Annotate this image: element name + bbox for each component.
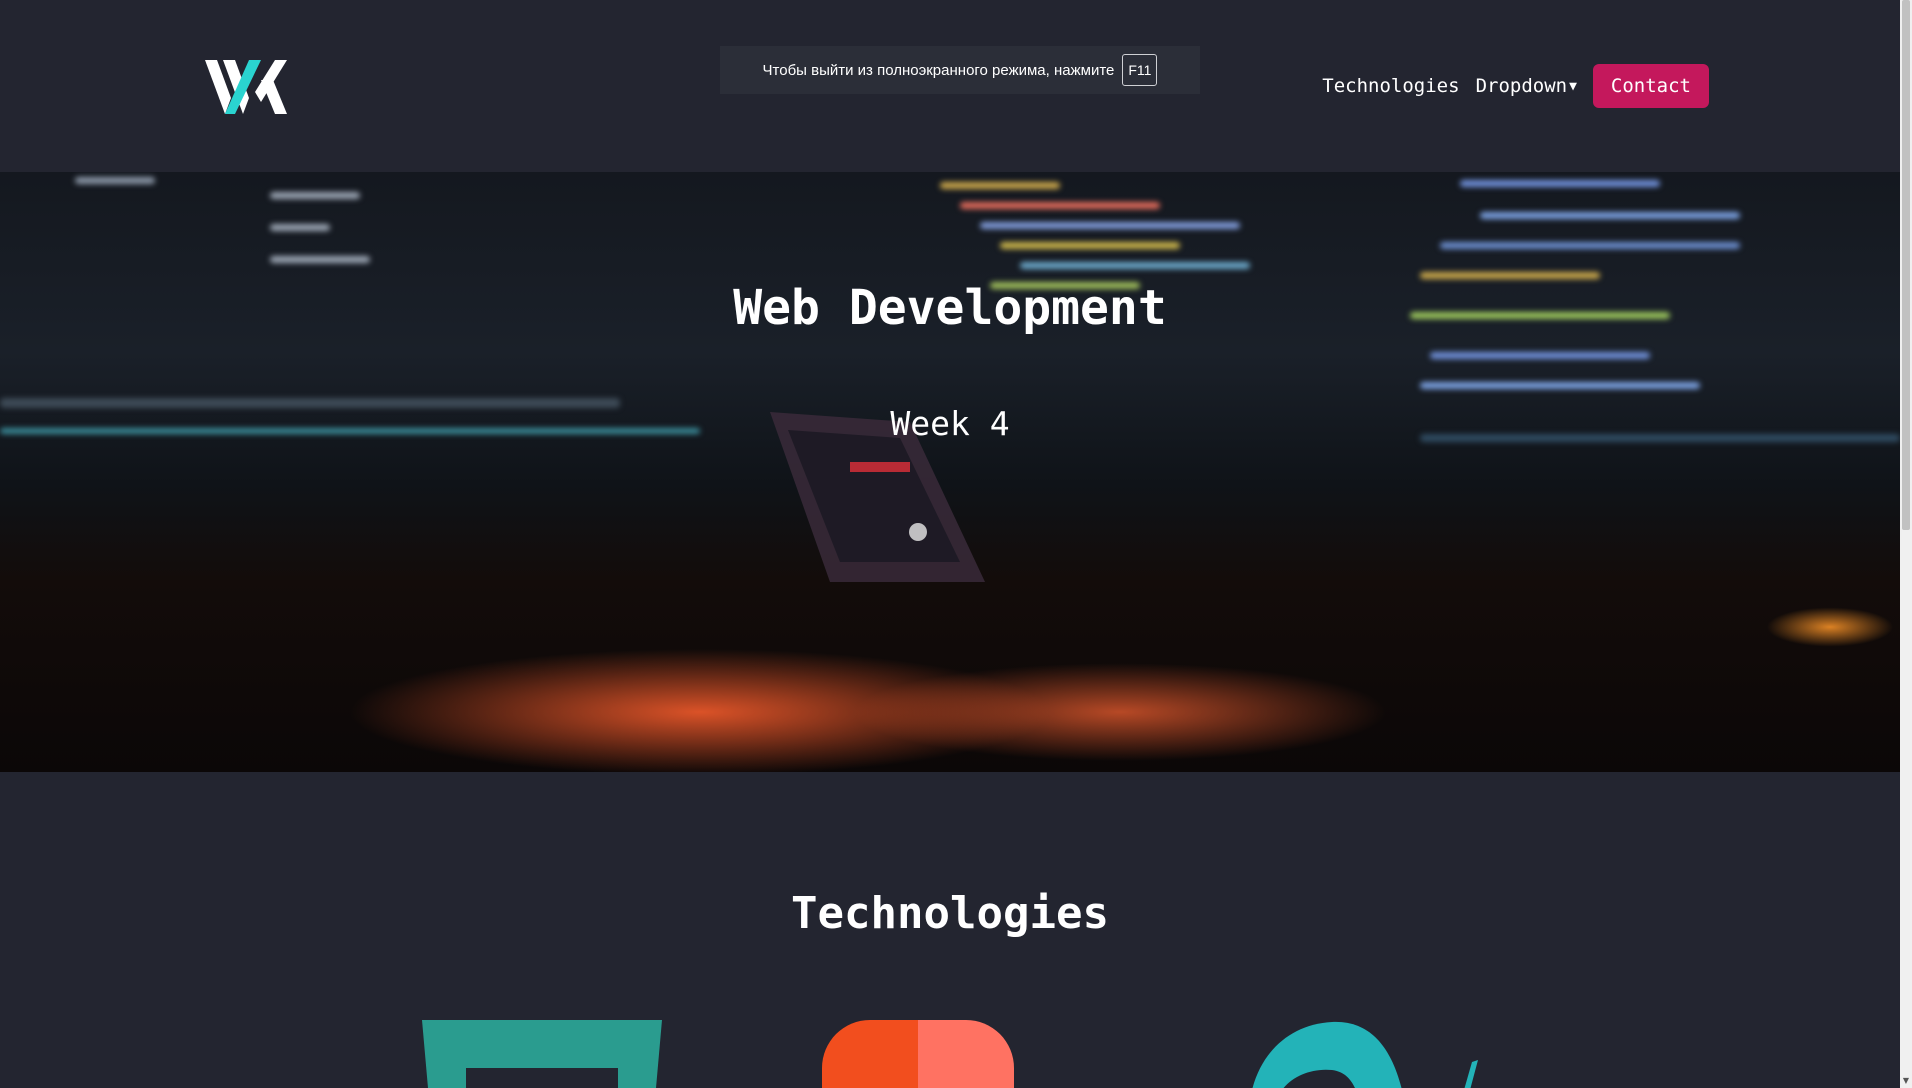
technologies-heading: Technologies [791,888,1109,939]
fullscreen-notice-text: Чтобы выйти из полноэкранного режима, на… [762,61,1115,79]
hero-title: Web Development [733,280,1167,336]
scrollbar-thumb[interactable] [1902,0,1910,530]
figma-icon [822,1020,1014,1088]
sass-icon [1252,1020,1482,1088]
nav-dropdown[interactable]: Dropdown ▼ [1476,75,1577,97]
fullscreen-notice: Чтобы выйти из полноэкранного режима, на… [720,46,1200,94]
main-nav: Technologies Dropdown ▼ Contact [1322,64,1709,108]
nav-dropdown-label: Dropdown [1475,75,1568,97]
html5-icon [422,1020,662,1088]
caret-down-icon: ▼ [1569,78,1577,94]
contact-button[interactable]: Contact [1592,64,1709,108]
nav-link-technologies[interactable]: Technologies [1322,75,1459,97]
vertical-scrollbar[interactable]: ▼ [1900,0,1912,1088]
f11-key-badge: F11 [1122,54,1158,86]
scroll-down-arrow-icon[interactable]: ▼ [1901,1076,1911,1086]
logo-icon[interactable] [205,58,287,116]
page: Чтобы выйти из полноэкранного режима, на… [0,0,1912,1088]
hero-subtitle: Week 4 [890,404,1010,443]
navbar: Чтобы выйти из полноэкранного режима, на… [0,0,1900,172]
hero-banner: Web Development Week 4 [0,172,1900,772]
